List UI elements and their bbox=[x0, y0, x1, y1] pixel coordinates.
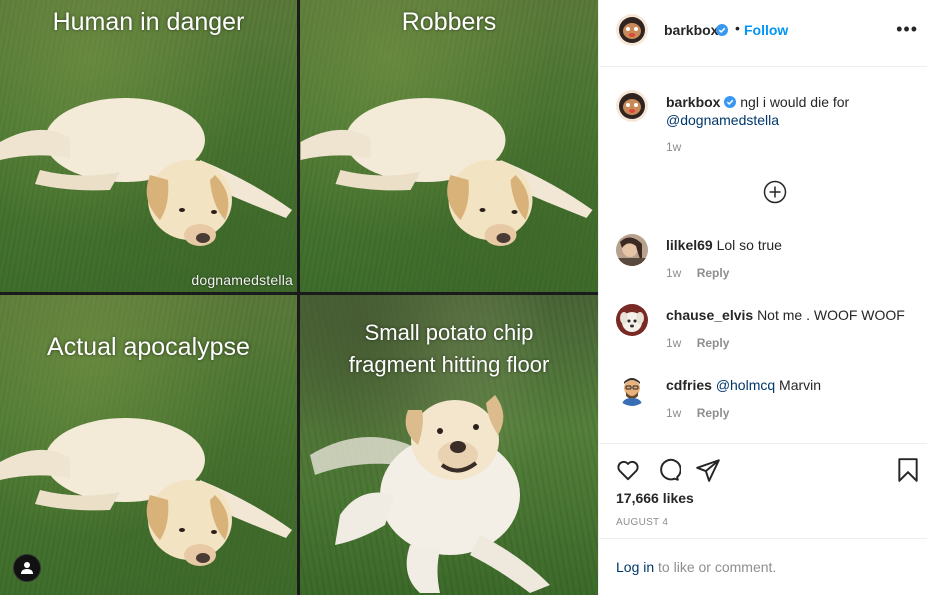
verified-badge-icon bbox=[716, 24, 728, 36]
like-count[interactable]: 17,666 likes bbox=[616, 490, 694, 506]
meme-panel-actual-apocalypse: Actual apocalypse bbox=[0, 295, 297, 595]
caption-username[interactable]: barkbox bbox=[666, 94, 720, 110]
reply-button[interactable]: Reply bbox=[697, 406, 730, 420]
barkbox-logo-icon bbox=[616, 14, 648, 46]
meme-caption: Small potato chip fragment hitting floor bbox=[348, 320, 550, 377]
avatar[interactable] bbox=[616, 304, 648, 336]
barkbox-logo-icon bbox=[616, 90, 648, 122]
comment-item: chause_elvis Not me . WOOF WOOF 1w Reply bbox=[599, 304, 927, 364]
lying-dog-image bbox=[300, 98, 593, 246]
comment-text: chause_elvis Not me . WOOF WOOF bbox=[666, 306, 911, 324]
more-options-icon[interactable]: ••• bbox=[896, 20, 918, 38]
meme-caption: Actual apocalypse bbox=[47, 333, 250, 361]
comment-username[interactable]: lilkel69 bbox=[666, 237, 713, 253]
heart-icon[interactable] bbox=[615, 457, 641, 483]
post-sidebar: barkbox • Follow ••• barkbox ngl i would… bbox=[598, 0, 927, 595]
follow-button[interactable]: Follow bbox=[744, 22, 788, 38]
user-illustration-icon bbox=[616, 374, 648, 406]
caption-text: barkbox ngl i would die for @dognamedste… bbox=[666, 93, 911, 129]
avatar[interactable] bbox=[616, 234, 648, 266]
post-actions: 17,666 likes AUGUST 4 bbox=[599, 443, 927, 538]
comment-text: cdfries @holmcq Marvin bbox=[666, 376, 911, 394]
post-media[interactable]: Human in danger dognamedstella Robbers A… bbox=[0, 0, 598, 595]
lying-dog-image bbox=[0, 98, 292, 246]
caption-mention-link[interactable]: @dognamedstella bbox=[666, 112, 779, 128]
avatar[interactable] bbox=[616, 374, 648, 406]
share-icon[interactable] bbox=[695, 457, 721, 483]
meme-caption: Robbers bbox=[401, 8, 497, 36]
comment-username[interactable]: chause_elvis bbox=[666, 307, 753, 323]
avatar[interactable] bbox=[616, 90, 648, 122]
meme-panel-robbers: Robbers bbox=[300, 0, 598, 292]
meme-caption: Human in danger bbox=[52, 8, 245, 36]
comment-body: Not me . WOOF WOOF bbox=[757, 307, 905, 323]
caption-timestamp[interactable]: 1w bbox=[666, 140, 681, 154]
comment-icon[interactable] bbox=[655, 457, 681, 483]
running-dog-image bbox=[310, 395, 550, 593]
reply-button[interactable]: Reply bbox=[697, 266, 730, 280]
comment-body: Marvin bbox=[779, 377, 822, 393]
watermark-text: dognamedstella bbox=[191, 272, 293, 288]
comment-item: cdfries @holmcq Marvin 1w Reply bbox=[599, 374, 927, 434]
separator-dot: • bbox=[735, 20, 740, 36]
reply-button[interactable]: Reply bbox=[697, 336, 730, 350]
bookmark-icon[interactable] bbox=[895, 457, 921, 483]
login-prompt: Log in to like or comment. bbox=[599, 538, 927, 595]
comment-meta: 1w Reply bbox=[666, 406, 729, 420]
lying-dog-image bbox=[0, 418, 292, 566]
post-date[interactable]: AUGUST 4 bbox=[616, 517, 668, 528]
user-photo-icon bbox=[616, 304, 648, 336]
meme-panel-human-in-danger: Human in danger dognamedstella bbox=[0, 0, 297, 292]
login-suffix: to like or comment. bbox=[654, 559, 777, 575]
avatar[interactable] bbox=[616, 14, 648, 46]
person-icon bbox=[21, 562, 33, 574]
caption-body: ngl i would die for bbox=[740, 94, 850, 110]
comment-username[interactable]: cdfries bbox=[666, 377, 712, 393]
comment-item: lilkel69 Lol so true 1w Reply bbox=[599, 234, 927, 294]
tagged-users-button[interactable] bbox=[13, 554, 41, 582]
comment-timestamp[interactable]: 1w bbox=[666, 336, 681, 350]
login-link[interactable]: Log in bbox=[616, 559, 654, 575]
user-photo-icon bbox=[616, 234, 648, 266]
meme-panel-potato-chip: Small potato chip fragment hitting floor bbox=[300, 295, 598, 595]
post-author-username[interactable]: barkbox bbox=[664, 22, 718, 38]
comment-text: lilkel69 Lol so true bbox=[666, 236, 911, 254]
comment-mention-link[interactable]: @holmcq bbox=[716, 377, 775, 393]
comment-timestamp[interactable]: 1w bbox=[666, 266, 681, 280]
verified-badge-icon bbox=[724, 96, 737, 108]
comment-meta: 1w Reply bbox=[666, 266, 729, 280]
comment-timestamp[interactable]: 1w bbox=[666, 406, 681, 420]
comment-meta: 1w Reply bbox=[666, 336, 729, 350]
comment-body: Lol so true bbox=[716, 237, 782, 253]
post-header: barkbox • Follow ••• bbox=[599, 0, 927, 67]
plus-circle-icon[interactable] bbox=[763, 180, 787, 204]
login-prompt-text: Log in to like or comment. bbox=[616, 559, 776, 575]
